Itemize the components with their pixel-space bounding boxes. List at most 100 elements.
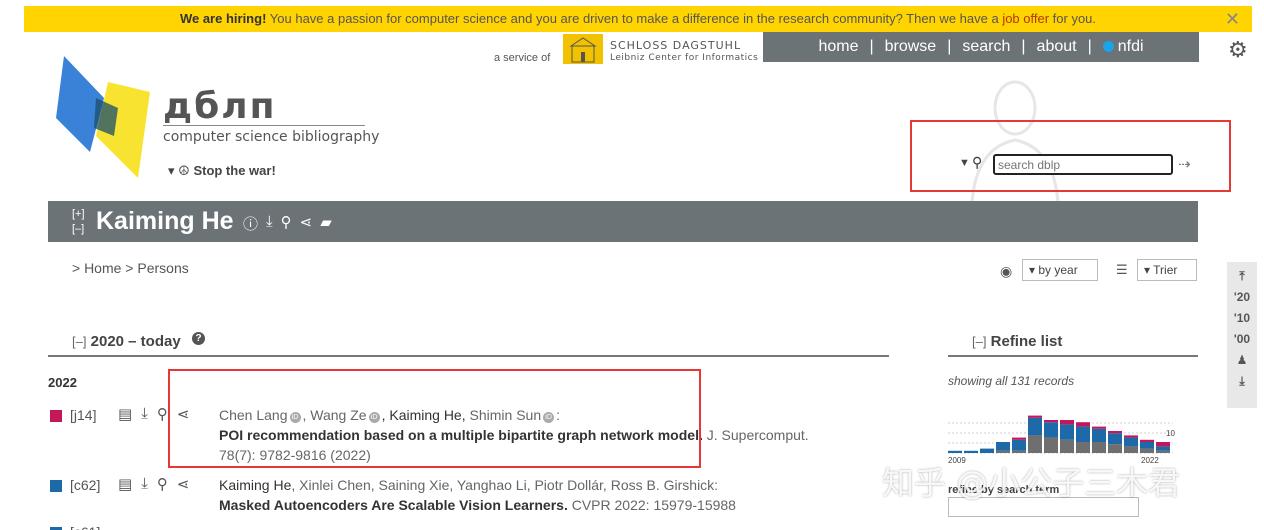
chart-bar-conference[interactable] (1076, 426, 1090, 442)
chart-bar-conference[interactable] (948, 450, 962, 453)
chart-bar-journal[interactable] (1092, 426, 1106, 429)
section-collapse-toggle[interactable]: [–] (72, 334, 86, 349)
section-title: 2020 – today (90, 333, 181, 350)
chart-bar-conference[interactable] (1060, 424, 1074, 440)
chart-bar-journal[interactable] (1124, 435, 1138, 438)
chart-bar-conference[interactable] (1108, 433, 1122, 445)
logo-subtitle: computer science bibliography (163, 129, 380, 145)
nav-about[interactable]: about (1026, 38, 1088, 56)
chart-bar-journal[interactable] (1156, 442, 1170, 447)
author-links[interactable]: , Xinlei Chen, Saining Xie, Yanghao Li, … (291, 477, 718, 493)
orcid-icon[interactable]: ⓘ (243, 213, 258, 234)
entry-venue[interactable]: CVPR 2022: 15979-15988 (568, 497, 736, 513)
chart-bar-journal[interactable] (1044, 420, 1058, 423)
download-icon[interactable]: ⤓ (141, 405, 148, 423)
collapse-all-toggle[interactable]: [–] (72, 223, 84, 235)
search-external-icon[interactable]: ⚲ (157, 475, 168, 493)
chart-bar-conference[interactable] (1156, 446, 1170, 451)
share-icon[interactable]: ⋖ (177, 475, 190, 493)
jump-2020[interactable]: '20 (1234, 287, 1250, 308)
list-item: [c61] (48, 520, 898, 530)
service-label: a service of (494, 52, 551, 64)
mirror-select[interactable]: ▾ Trier (1137, 259, 1197, 281)
chart-bar-informal[interactable] (1124, 446, 1138, 453)
banner-bold: We are hiring! (179, 11, 267, 26)
nav-search[interactable]: search (951, 38, 1021, 56)
chart-bar-informal[interactable] (1140, 448, 1154, 453)
watermark: 知乎 @小公子三木君 (882, 464, 1181, 502)
chart-bar-informal[interactable] (1108, 444, 1122, 453)
chart-bar-informal[interactable] (1092, 442, 1106, 453)
expand-collapse-toggle[interactable]: [+] [–] (72, 207, 85, 237)
dagstuhl-logo[interactable] (563, 34, 603, 64)
jump-top-icon[interactable]: ⤒ (1239, 266, 1244, 287)
download-icon[interactable]: ⤓ (266, 213, 273, 234)
chart-bar-journal[interactable] (1076, 422, 1090, 427)
chart-bar-conference[interactable] (1028, 417, 1042, 436)
refine-collapse-toggle[interactable]: [–] (972, 334, 986, 349)
chart-bar-conference[interactable] (1092, 428, 1106, 442)
job-offer-link[interactable]: job offer (1002, 11, 1049, 26)
jump-bottom-icon[interactable]: ⤓ (1239, 371, 1244, 392)
database-icon[interactable]: ☰ (1116, 262, 1128, 278)
chart-bar-conference[interactable] (980, 448, 994, 453)
section-divider (48, 355, 889, 357)
logo-divider (163, 125, 365, 126)
comment-icon[interactable]: ▰ (320, 213, 332, 234)
coauthors-icon[interactable]: ♟ (1237, 350, 1248, 371)
dblp-logo[interactable] (56, 56, 156, 183)
chart-bar-journal[interactable] (1060, 420, 1074, 425)
chart-bar-informal[interactable] (1156, 450, 1170, 453)
page-title: Kaiming He (96, 207, 234, 235)
jump-2000[interactable]: '00 (1234, 329, 1250, 350)
refine-divider (948, 355, 1198, 357)
chart-bar-informal[interactable] (1044, 437, 1058, 453)
chart-bar-conference[interactable] (1124, 437, 1138, 447)
entry-venue[interactable]: J. Supercomput. (703, 427, 809, 443)
search-external-icon[interactable]: ⚲ (157, 405, 168, 423)
entry-icons: ▤ ⤓ ⚲ ⋖ (118, 475, 189, 493)
expand-all-toggle[interactable]: [+] (72, 208, 85, 220)
close-icon[interactable]: ✕ (1225, 6, 1240, 32)
chart-bar-conference[interactable] (1140, 442, 1154, 449)
year-jump-nav: ⤒ '20 '10 '00 ♟ ⤓ (1227, 262, 1257, 408)
section-header[interactable]: [–] 2020 – today (72, 333, 181, 350)
download-icon[interactable]: ⤓ (141, 475, 148, 493)
stop-the-war-link[interactable]: ▾ ☮ Stop the war! (168, 163, 276, 179)
share-icon[interactable]: ⋖ (300, 213, 313, 234)
chart-bar-informal[interactable] (1076, 442, 1090, 453)
eye-icon[interactable]: ◉ (1000, 263, 1012, 280)
nav-nfdi[interactable]: nfdi (1092, 38, 1155, 56)
nav-browse[interactable]: browse (874, 38, 948, 56)
chart-bar-conference[interactable] (996, 442, 1010, 451)
chart-bar-conference[interactable] (1044, 422, 1058, 438)
highlight-box-entry (168, 369, 701, 468)
search-external-icon[interactable]: ⚲ (281, 213, 292, 234)
peace-icon: ☮ (178, 163, 190, 178)
chart-bar-conference[interactable] (1012, 439, 1026, 451)
dagstuhl-name: SCHLOSS DAGSTUHL (610, 39, 742, 52)
chart-bar-journal[interactable] (1140, 439, 1154, 442)
chart-bar-informal[interactable] (996, 450, 1010, 453)
chart-bar-informal[interactable] (1060, 439, 1074, 453)
chart-bar-journal[interactable] (1028, 415, 1042, 418)
document-icon[interactable]: ▤ (118, 475, 132, 493)
chart-bar-journal[interactable] (1108, 431, 1122, 434)
gear-icon[interactable]: ⚙ (1228, 37, 1248, 63)
breadcrumb[interactable]: > Home > Persons (72, 260, 189, 276)
jump-2010[interactable]: '10 (1234, 308, 1250, 329)
order-select[interactable]: ▾ by year (1022, 259, 1098, 281)
chart-bar-informal[interactable] (1028, 435, 1042, 453)
nav-home[interactable]: home (807, 38, 869, 56)
author-self: Kaiming He (219, 477, 292, 493)
banner-text: You have a passion for computer science … (266, 11, 1003, 26)
document-icon[interactable]: ▤ (118, 405, 132, 423)
help-icon[interactable]: ? (192, 332, 205, 345)
chevron-down-icon: ▾ (168, 163, 175, 178)
entry-key: [j14] (70, 407, 97, 423)
publications-chart[interactable]: 2009 202210 (948, 405, 1178, 465)
chart-bar-informal[interactable] (1012, 450, 1026, 453)
chart-bar-journal[interactable] (1012, 437, 1026, 440)
refine-header[interactable]: [–] Refine list (972, 333, 1062, 350)
chart-bar-conference[interactable] (964, 450, 978, 453)
